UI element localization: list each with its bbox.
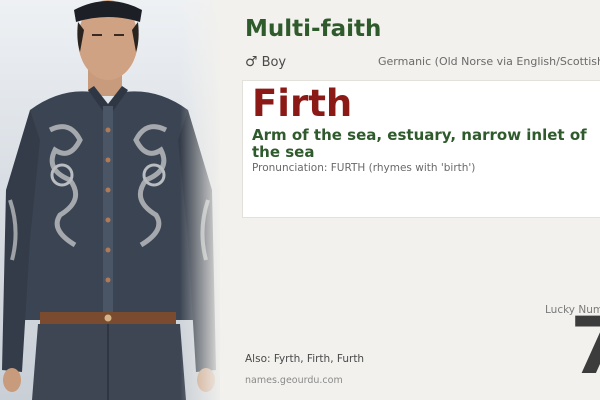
pronunciation-text: Pronunciation: FURTH (rhymes with 'birth… xyxy=(252,162,476,174)
male-symbol-icon: ♂ xyxy=(245,54,258,70)
gender-text: Boy xyxy=(261,55,287,70)
name-meaning: Arm of the sea, estuary, narrow inlet of… xyxy=(252,127,600,161)
name-card: Multi-faith ♂ Boy Germanic (Old Norse via… xyxy=(0,0,600,400)
category-title: Multi-faith xyxy=(245,16,382,42)
gender-label: ♂ Boy xyxy=(245,54,286,70)
lucky-number-value: 7 xyxy=(570,302,600,392)
meaning-line-2: the sea xyxy=(252,143,315,161)
portrait-fade xyxy=(180,0,220,400)
portrait-image xyxy=(0,0,220,400)
alternate-spellings: Also: Fyrth, Firth, Furth xyxy=(245,353,365,365)
origin-text: Germanic (Old Norse via English/Scottish… xyxy=(378,55,600,68)
meaning-line-1: Arm of the sea, estuary, narrow inlet of xyxy=(252,126,587,144)
site-url: names.geourdu.com xyxy=(245,375,343,386)
name-title: Firth xyxy=(252,82,353,125)
